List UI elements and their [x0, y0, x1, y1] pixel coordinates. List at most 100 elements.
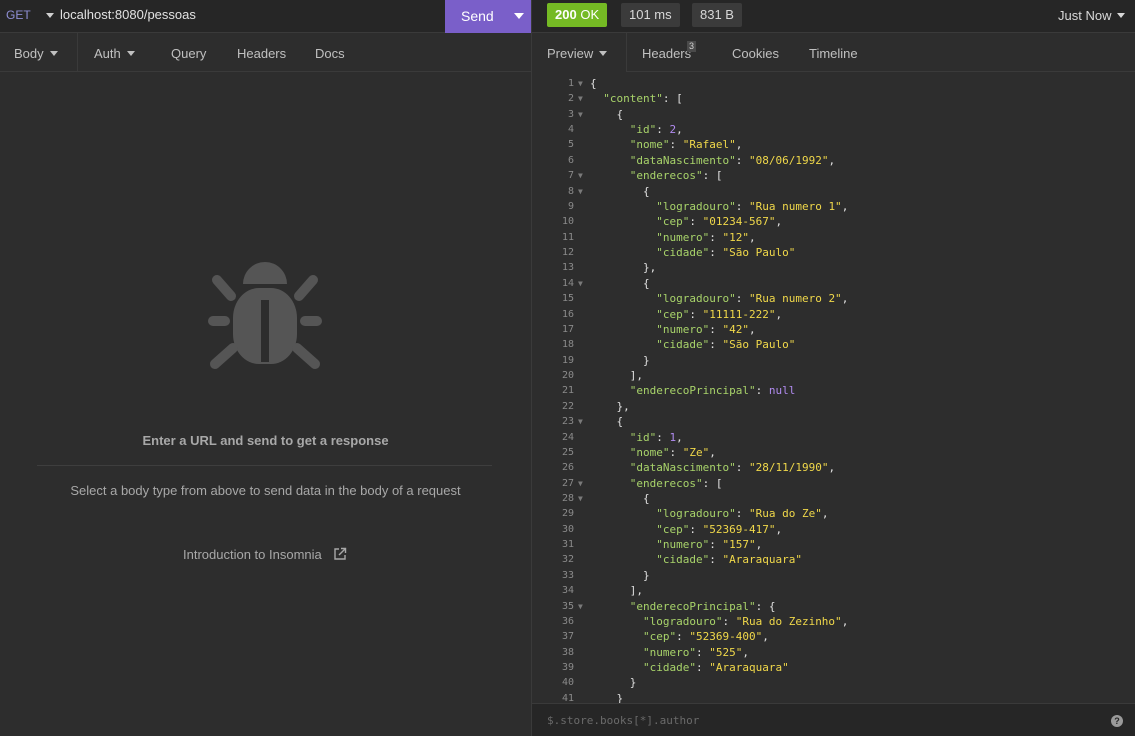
- line-number: 3: [567, 108, 574, 120]
- line-number: 25: [561, 446, 574, 458]
- chevron-down-icon: [126, 51, 135, 56]
- line-number: 31: [561, 539, 574, 551]
- line-number: 37: [561, 631, 574, 643]
- fold-chevron-down-icon[interactable]: ▼: [578, 79, 583, 88]
- line-number: 34: [561, 585, 574, 597]
- chevron-down-icon: [599, 51, 608, 56]
- tab-response-headers[interactable]: Headers: [642, 46, 691, 61]
- code-line: "cep": "52369-400",: [642, 630, 769, 644]
- external-link-icon[interactable]: [333, 547, 347, 561]
- tab-headers[interactable]: Headers: [237, 46, 286, 61]
- line-number: 26: [561, 462, 574, 474]
- line-number: 7: [567, 170, 574, 182]
- code-line: }: [590, 353, 650, 367]
- fold-chevron-down-icon[interactable]: ▼: [578, 602, 583, 611]
- code-line: "enderecoPrincipal": {: [629, 599, 776, 613]
- request-pane: GET localhost:8080/pessoas Send Body Aut…: [0, 0, 531, 736]
- code-line: {: [590, 107, 624, 121]
- code-line: "dataNascimento": "28/11/1990",: [629, 461, 836, 475]
- response-pane: 200 OK 101 ms 831 B Just Now Preview Hea…: [532, 0, 1135, 736]
- response-history-dropdown[interactable]: Just Now: [1058, 8, 1126, 23]
- code-line: ],: [590, 584, 643, 598]
- empty-state-title: Enter a URL and send to get a response: [142, 433, 389, 448]
- tab-auth-label: Auth: [94, 46, 121, 61]
- line-number: 40: [561, 677, 574, 689]
- line-number: 33: [561, 569, 574, 581]
- url-input[interactable]: localhost:8080/pessoas: [60, 7, 196, 22]
- tab-preview[interactable]: Preview: [547, 46, 608, 61]
- line-number: 22: [561, 400, 574, 412]
- http-method-select[interactable]: GET: [6, 8, 31, 22]
- tab-cookies[interactable]: Cookies: [732, 46, 779, 61]
- code-line: "cep": "11111-222",: [656, 307, 783, 321]
- code-line: "enderecoPrincipal": null: [629, 384, 796, 398]
- line-number: 24: [561, 431, 574, 443]
- fold-chevron-down-icon[interactable]: ▼: [578, 110, 583, 119]
- send-button-label: Send: [461, 8, 494, 24]
- line-number: 4: [567, 124, 574, 136]
- url-history-chevron-down-icon[interactable]: [46, 13, 54, 18]
- line-number: 6: [567, 154, 574, 166]
- code-line: "logradouro": "Rua numero 1",: [656, 199, 849, 213]
- line-number: 20: [561, 370, 574, 382]
- code-line: {: [590, 77, 597, 90]
- code-line: "numero": "42",: [656, 322, 756, 336]
- fold-chevron-down-icon[interactable]: ▼: [578, 479, 583, 488]
- code-line: }: [590, 676, 637, 690]
- fold-chevron-down-icon[interactable]: ▼: [578, 417, 583, 426]
- tab-auth[interactable]: Auth: [94, 46, 135, 61]
- code-line: }: [590, 568, 650, 582]
- send-options-chevron-down-icon[interactable]: [514, 13, 524, 19]
- empty-state-subtitle: Select a body type from above to send da…: [70, 483, 461, 498]
- help-icon[interactable]: ?: [1111, 715, 1123, 727]
- line-number: 14: [561, 277, 574, 289]
- tab-query[interactable]: Query: [171, 46, 206, 61]
- bug-icon: [208, 262, 322, 369]
- line-number: 41: [561, 692, 574, 703]
- code-line: "id": 1,: [629, 430, 683, 444]
- code-line: "numero": "12",: [656, 230, 756, 244]
- response-json-viewer[interactable]: 1 ▼ {2 ▼ "content": [3 ▼ {4 "id": 2, 5 "nome"…: [532, 72, 1135, 703]
- fold-chevron-down-icon[interactable]: ▼: [578, 94, 583, 103]
- line-number: 32: [561, 554, 574, 566]
- headers-count-badge: 3: [687, 41, 697, 52]
- fold-chevron-down-icon[interactable]: ▼: [578, 171, 583, 180]
- response-status-bar: 200 OK 101 ms 831 B Just Now: [532, 0, 1135, 33]
- chevron-down-icon: [1117, 13, 1126, 18]
- intro-insomnia-link[interactable]: Introduction to Insomnia: [183, 547, 322, 562]
- line-number: 29: [561, 508, 574, 520]
- fold-chevron-down-icon[interactable]: ▼: [578, 187, 583, 196]
- code-line: "logradouro": "Rua do Ze",: [656, 507, 829, 521]
- fold-chevron-down-icon[interactable]: ▼: [578, 494, 583, 503]
- code-line: {: [590, 415, 624, 429]
- line-number: 30: [561, 523, 574, 535]
- line-number: 39: [561, 662, 574, 674]
- tab-timeline[interactable]: Timeline: [809, 46, 858, 61]
- line-number: 5: [567, 139, 574, 151]
- fold-chevron-down-icon[interactable]: ▼: [578, 279, 583, 288]
- response-size-badge: 831 B: [692, 3, 742, 27]
- send-button[interactable]: Send: [445, 0, 531, 33]
- code-line: "cep": "52369-417",: [656, 522, 783, 536]
- line-number: 38: [561, 646, 574, 658]
- code-line: "cidade": "Araraquara": [642, 661, 789, 675]
- chevron-down-icon: [49, 51, 58, 56]
- tab-body[interactable]: Body: [14, 46, 58, 61]
- line-number: 21: [561, 385, 574, 397]
- line-number: 36: [561, 615, 574, 627]
- code-line: ],: [590, 369, 643, 383]
- response-filter-bar: $.store.books[*].author ?: [532, 703, 1135, 736]
- line-number: 28: [561, 492, 574, 504]
- tab-preview-label: Preview: [547, 46, 594, 61]
- code-line: },: [590, 399, 630, 413]
- response-tabs: Preview Headers 3 Cookies Timeline: [532, 33, 1135, 72]
- code-line: "content": [: [603, 92, 683, 106]
- tab-divider: [77, 33, 78, 72]
- filter-input[interactable]: $.store.books[*].author: [547, 714, 699, 727]
- code-line: "cidade": "São Paulo": [656, 338, 796, 352]
- code-line: "enderecos": [: [629, 169, 723, 183]
- line-number: 9: [567, 200, 574, 212]
- code-line: {: [590, 276, 650, 290]
- status-text: OK: [580, 7, 600, 22]
- tab-docs[interactable]: Docs: [315, 46, 345, 61]
